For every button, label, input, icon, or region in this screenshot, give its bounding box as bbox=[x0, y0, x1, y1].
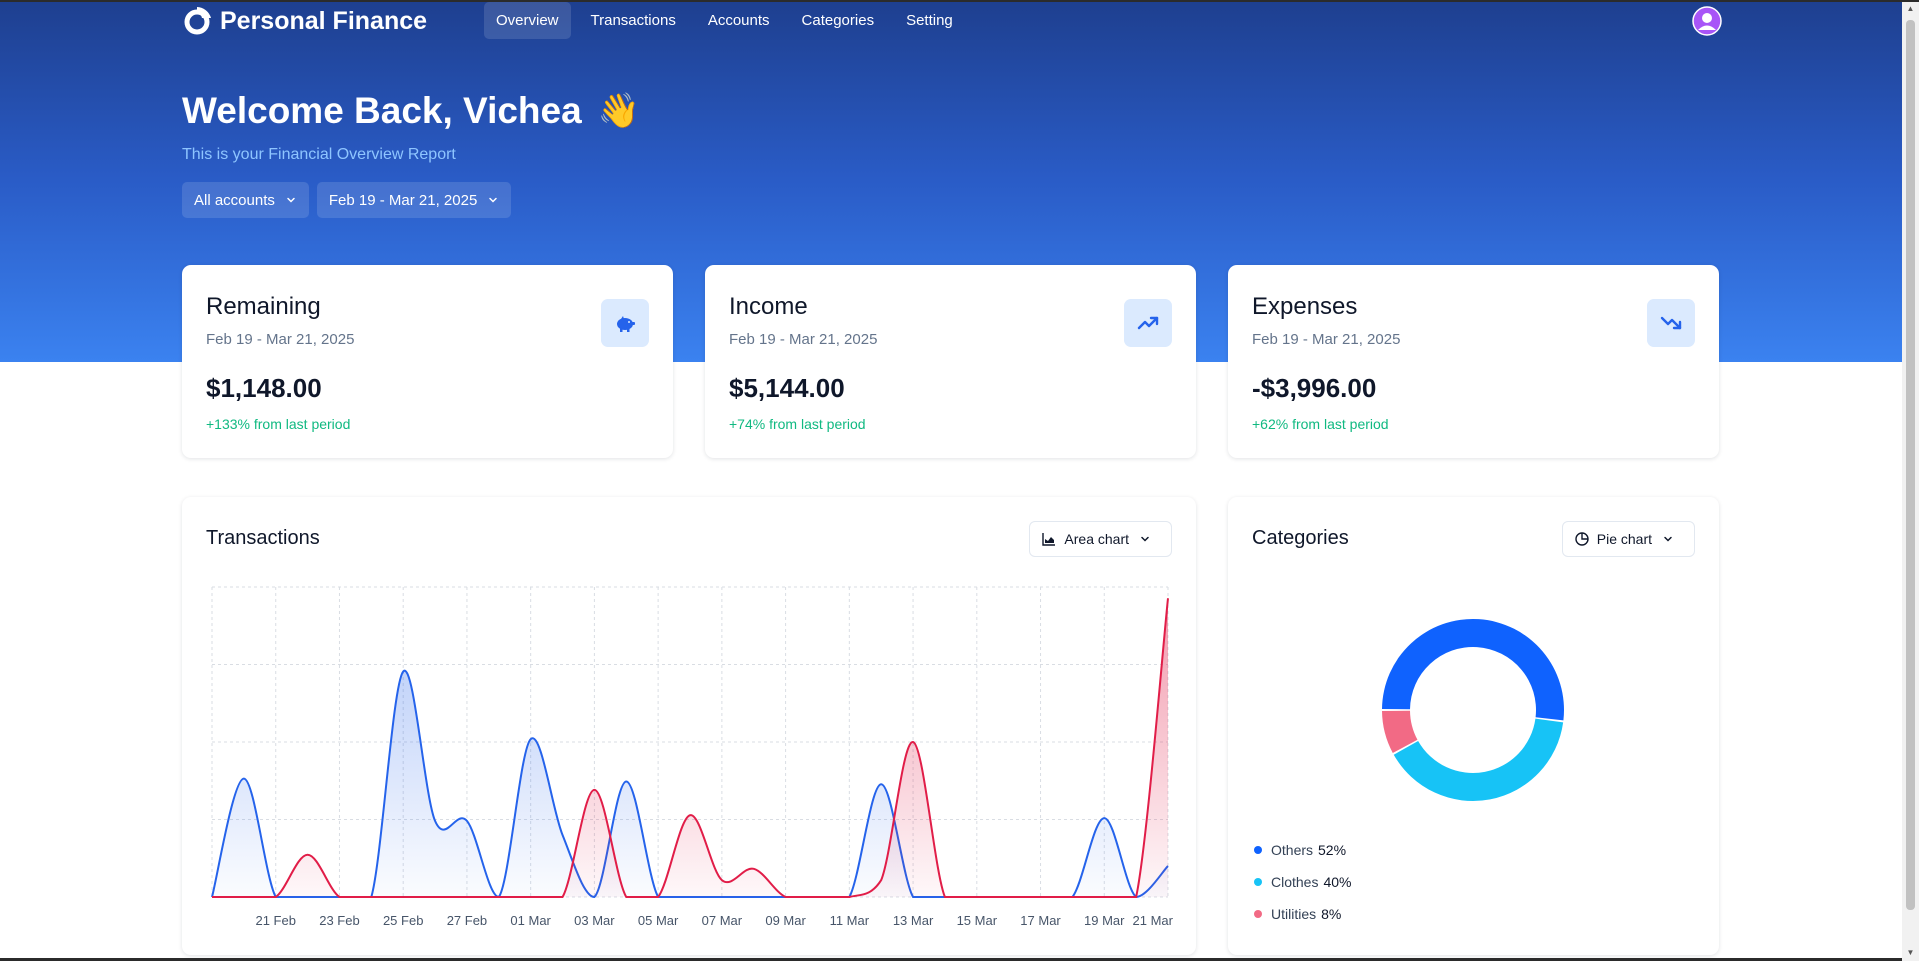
filter-bar: All accounts Feb 19 - Mar 21, 2025 bbox=[182, 182, 519, 218]
legend-item-utilities: Utilities 8% bbox=[1254, 906, 1341, 922]
stat-title: Remaining bbox=[206, 293, 321, 320]
chevron-down-icon bbox=[1664, 536, 1672, 542]
transactions-area-chart: 21 Feb 23 Feb 25 Feb 27 Feb 01 Mar 03 Mar 05 M… bbox=[211, 586, 1174, 928]
legend-percent: 8% bbox=[1321, 906, 1342, 922]
legend-label: Others bbox=[1271, 842, 1314, 858]
stat-title: Income bbox=[729, 293, 808, 320]
vertical-scrollbar[interactable]: ▲ ▼ bbox=[1902, 0, 1919, 961]
stat-value: -$3,996.00 bbox=[1252, 373, 1377, 403]
donut-slice-clothes[interactable] bbox=[1393, 718, 1564, 801]
nav-overview[interactable]: Overview bbox=[484, 2, 571, 39]
x-tick-label: 09 Mar bbox=[765, 913, 806, 928]
top-navigation: Personal Finance Overview Transactions A… bbox=[182, 2, 1722, 40]
legend-dot bbox=[1254, 878, 1262, 886]
x-tick-label: 11 Mar bbox=[830, 913, 870, 928]
chevron-down-icon bbox=[489, 197, 498, 203]
app-name: Personal Finance bbox=[220, 6, 428, 35]
stat-change: +74% from last period bbox=[729, 416, 866, 432]
nav-transactions[interactable]: Transactions bbox=[579, 2, 688, 39]
welcome-heading: Welcome Back, Vichea 👋 bbox=[182, 90, 640, 132]
x-tick-label: 07 Mar bbox=[702, 913, 743, 928]
categories-card: Categories Pie chart Others 52% Clothes … bbox=[1228, 497, 1719, 955]
x-tick-label: 05 Mar bbox=[638, 913, 679, 928]
legend-percent: 40% bbox=[1323, 874, 1352, 890]
stat-range: Feb 19 - Mar 21, 2025 bbox=[729, 331, 878, 348]
x-tick-label: 17 Mar bbox=[1020, 913, 1061, 928]
legend-label: Clothes bbox=[1271, 874, 1319, 890]
x-tick-label: 01 Mar bbox=[510, 913, 551, 928]
nav-links: Overview Transactions Accounts Categorie… bbox=[484, 2, 973, 39]
category-chart-type-label: Pie chart bbox=[1596, 531, 1652, 547]
x-tick-label: 19 Mar bbox=[1084, 913, 1125, 928]
date-range-label: Feb 19 - Mar 21, 2025 bbox=[328, 191, 478, 209]
x-tick-label: 03 Mar bbox=[574, 913, 615, 928]
user-avatar-icon[interactable] bbox=[1692, 6, 1722, 36]
x-tick-label: 13 Mar bbox=[893, 913, 934, 928]
date-range-button[interactable]: Feb 19 - Mar 21, 2025 bbox=[316, 182, 512, 218]
stat-value: $5,144.00 bbox=[729, 373, 845, 403]
stat-change: +62% from last period bbox=[1252, 416, 1389, 432]
scroll-up-icon[interactable]: ▲ bbox=[1906, 4, 1915, 13]
legend-percent: 52% bbox=[1318, 842, 1347, 858]
stat-value: $1,148.00 bbox=[206, 373, 322, 403]
account-filter-label: All accounts bbox=[194, 191, 275, 209]
scrollbar-thumb[interactable] bbox=[1906, 20, 1915, 910]
waving-hand-icon: 👋 bbox=[597, 92, 641, 130]
legend-dot bbox=[1254, 846, 1262, 854]
expenses-card: Expenses Feb 19 - Mar 21, 2025 -$3,996.0… bbox=[1228, 265, 1719, 458]
pie-chart-icon bbox=[1575, 532, 1589, 546]
page-subtitle: This is your Financial Overview Report bbox=[182, 146, 456, 163]
account-filter-button[interactable]: All accounts bbox=[182, 182, 309, 218]
x-tick-label: 27 Feb bbox=[447, 913, 487, 928]
nav-setting[interactable]: Setting bbox=[894, 2, 965, 39]
income-card: Income Feb 19 - Mar 21, 2025 $5,144.00 +… bbox=[705, 265, 1196, 458]
window-top-edge bbox=[0, 0, 1919, 2]
categories-donut-chart bbox=[1382, 619, 1564, 801]
app-logo[interactable]: Personal Finance bbox=[182, 6, 427, 36]
trending-up-icon bbox=[1124, 299, 1172, 347]
stat-change: +133% from last period bbox=[206, 416, 351, 432]
x-tick-label: 25 Feb bbox=[383, 913, 423, 928]
legend-item-others: Others 52% bbox=[1254, 842, 1346, 858]
stat-range: Feb 19 - Mar 21, 2025 bbox=[206, 331, 355, 348]
x-tick-label: 15 Mar bbox=[957, 913, 998, 928]
category-chart-type-select[interactable]: Pie chart bbox=[1561, 521, 1695, 557]
legend-dot bbox=[1254, 910, 1262, 918]
donut-slice-others[interactable] bbox=[1382, 619, 1564, 721]
logo-icon bbox=[184, 7, 211, 35]
welcome-text: Welcome Back, Vichea bbox=[182, 90, 582, 131]
piggy-bank-icon bbox=[601, 299, 649, 347]
chevron-down-icon bbox=[287, 197, 295, 203]
x-tick-label: 23 Feb bbox=[319, 913, 359, 928]
stat-title: Expenses bbox=[1252, 293, 1358, 320]
legend-item-clothes: Clothes 40% bbox=[1254, 874, 1352, 890]
trending-down-icon bbox=[1647, 299, 1695, 347]
x-tick-label: 21 Mar bbox=[1133, 913, 1174, 928]
legend-label: Utilities bbox=[1271, 906, 1317, 922]
scroll-down-icon[interactable]: ▼ bbox=[1906, 948, 1915, 957]
x-tick-label: 21 Feb bbox=[255, 913, 295, 928]
transactions-card: Transactions Area chart 21 Feb 23 Feb 25 F… bbox=[182, 497, 1196, 955]
categories-title: Categories bbox=[1252, 527, 1349, 549]
stat-range: Feb 19 - Mar 21, 2025 bbox=[1252, 331, 1401, 348]
remaining-card: Remaining Feb 19 - Mar 21, 2025 $1,148.0… bbox=[182, 265, 673, 458]
nav-categories[interactable]: Categories bbox=[790, 2, 887, 39]
expense-series-area bbox=[212, 598, 1168, 897]
nav-accounts[interactable]: Accounts bbox=[696, 2, 782, 39]
